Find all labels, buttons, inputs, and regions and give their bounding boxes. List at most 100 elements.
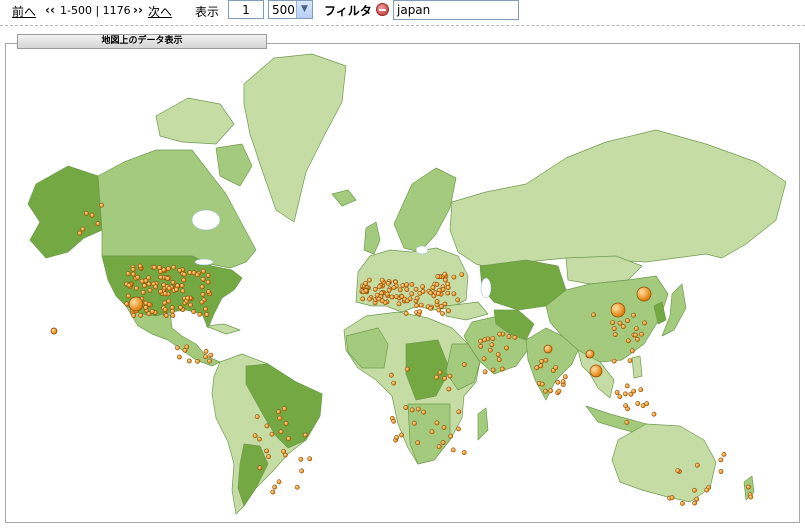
city-marker[interactable] <box>206 289 211 295</box>
city-marker[interactable] <box>694 496 700 502</box>
city-marker[interactable] <box>459 272 465 277</box>
city-marker[interactable] <box>640 403 646 409</box>
city-marker[interactable] <box>176 354 182 360</box>
city-marker[interactable] <box>169 308 175 314</box>
city-marker[interactable] <box>610 320 616 325</box>
city-marker[interactable] <box>162 307 168 312</box>
city-marker[interactable] <box>393 279 399 285</box>
city-marker[interactable] <box>478 338 484 344</box>
city-marker[interactable] <box>143 305 149 310</box>
city-marker[interactable] <box>376 296 382 302</box>
city-marker[interactable] <box>591 312 596 318</box>
city-marker[interactable] <box>276 409 281 415</box>
next-arrows[interactable]: ›› <box>133 3 143 17</box>
city-marker[interactable] <box>396 301 402 307</box>
city-marker[interactable] <box>281 448 286 454</box>
city-marker[interactable] <box>199 284 205 290</box>
city-marker[interactable] <box>203 306 209 312</box>
city-marker[interactable] <box>461 362 467 367</box>
city-marker[interactable] <box>631 388 637 394</box>
city-marker[interactable] <box>374 292 380 298</box>
city-marker[interactable] <box>435 274 441 279</box>
city-marker[interactable] <box>718 469 724 474</box>
city-marker[interactable] <box>451 274 457 280</box>
city-marker[interactable] <box>181 271 187 277</box>
city-marker[interactable] <box>188 302 193 308</box>
city-marker[interactable] <box>270 489 276 495</box>
city-marker-large[interactable] <box>585 349 595 359</box>
city-marker[interactable] <box>363 281 368 286</box>
city-marker[interactable] <box>434 299 440 304</box>
city-marker[interactable] <box>124 301 130 307</box>
city-marker[interactable] <box>441 425 447 430</box>
city-marker[interactable] <box>627 358 633 363</box>
city-marker[interactable] <box>174 345 180 351</box>
city-marker[interactable] <box>417 309 423 315</box>
city-marker[interactable] <box>482 337 488 343</box>
city-marker[interactable] <box>162 291 168 297</box>
city-marker[interactable] <box>157 265 162 270</box>
city-marker[interactable] <box>562 374 568 380</box>
city-marker[interactable] <box>161 282 167 288</box>
city-marker[interactable] <box>283 420 289 426</box>
city-marker[interactable] <box>556 388 562 394</box>
city-marker[interactable] <box>77 230 83 236</box>
city-marker[interactable] <box>428 305 433 311</box>
city-marker[interactable] <box>442 271 448 277</box>
city-marker[interactable] <box>442 277 448 283</box>
city-marker[interactable] <box>617 320 623 326</box>
city-marker[interactable] <box>553 365 559 370</box>
city-marker[interactable] <box>272 484 278 490</box>
city-marker-large[interactable] <box>50 327 58 335</box>
filter-input[interactable] <box>393 0 519 20</box>
city-marker[interactable] <box>363 288 369 294</box>
city-marker[interactable] <box>385 280 391 286</box>
city-marker[interactable] <box>440 287 446 292</box>
city-marker-large[interactable] <box>636 286 652 302</box>
city-marker[interactable] <box>415 406 421 412</box>
city-marker[interactable] <box>367 296 372 302</box>
city-marker[interactable] <box>409 281 415 287</box>
city-marker[interactable] <box>207 358 212 364</box>
city-marker[interactable] <box>692 500 698 506</box>
city-marker[interactable] <box>163 313 169 318</box>
city-marker[interactable] <box>166 298 172 304</box>
city-marker[interactable] <box>208 352 214 358</box>
city-marker[interactable] <box>430 285 436 290</box>
city-marker[interactable] <box>638 387 644 393</box>
city-marker[interactable] <box>445 285 451 290</box>
city-marker[interactable] <box>195 358 200 364</box>
city-marker[interactable] <box>171 264 177 270</box>
city-marker[interactable] <box>506 334 512 340</box>
city-marker[interactable] <box>414 303 419 309</box>
city-marker[interactable] <box>623 403 628 409</box>
city-marker[interactable] <box>625 318 630 324</box>
city-marker[interactable] <box>634 326 639 331</box>
city-marker[interactable] <box>205 279 211 285</box>
city-marker[interactable] <box>254 414 260 420</box>
city-marker[interactable] <box>418 302 424 308</box>
city-marker[interactable] <box>277 415 283 421</box>
city-marker[interactable] <box>538 363 544 369</box>
city-marker[interactable] <box>170 313 176 318</box>
city-marker[interactable] <box>162 300 168 306</box>
city-marker[interactable] <box>166 285 172 291</box>
city-marker[interactable] <box>436 444 442 450</box>
city-marker[interactable] <box>203 354 208 360</box>
city-marker[interactable] <box>264 423 270 429</box>
city-marker[interactable] <box>434 374 439 380</box>
city-marker[interactable] <box>669 495 675 501</box>
city-marker[interactable] <box>534 365 540 371</box>
city-marker[interactable] <box>170 280 176 285</box>
city-marker[interactable] <box>409 407 415 413</box>
city-marker[interactable] <box>299 468 304 474</box>
city-marker[interactable] <box>161 267 167 273</box>
city-marker[interactable] <box>165 276 171 281</box>
city-marker[interactable] <box>440 311 445 316</box>
city-marker[interactable] <box>440 440 446 445</box>
city-marker[interactable] <box>384 291 390 297</box>
city-marker[interactable] <box>487 347 493 353</box>
city-marker[interactable] <box>445 290 451 296</box>
city-marker[interactable] <box>489 342 495 348</box>
city-marker[interactable] <box>539 358 545 364</box>
